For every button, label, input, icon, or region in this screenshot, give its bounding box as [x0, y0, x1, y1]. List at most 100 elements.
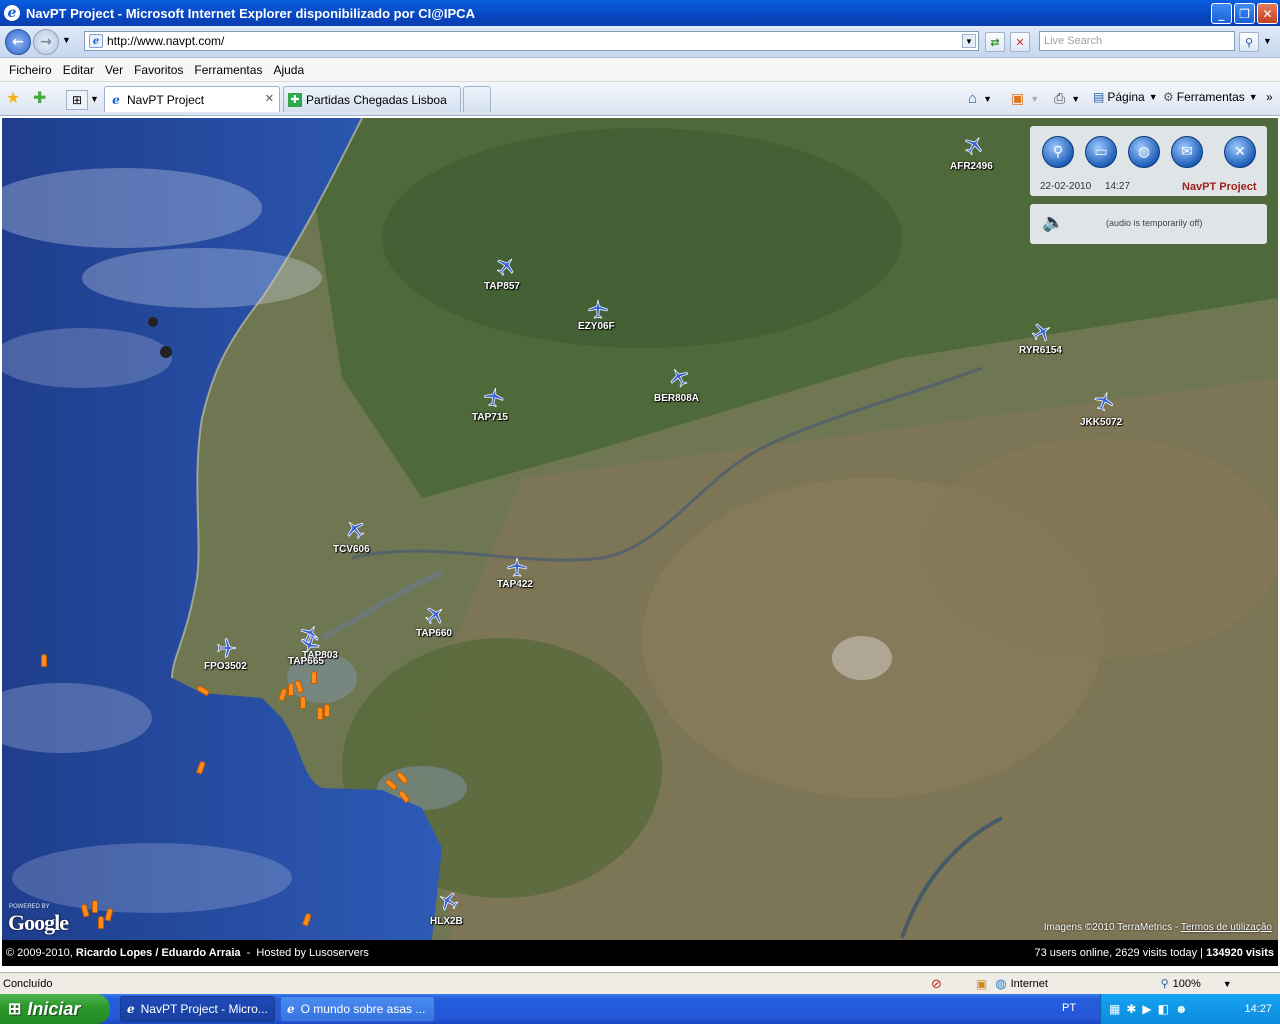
ship-marker[interactable] — [317, 707, 323, 720]
favorites-star-icon[interactable]: ★ — [6, 88, 20, 108]
control-panel: ⚲ ▭ ◍ ✉ ✕ 22-02-2010 14:27 NavPT Project — [1030, 126, 1267, 196]
menu-bar: Ficheiro Editar Ver Favoritos Ferramenta… — [0, 58, 1280, 82]
plane-icon[interactable] — [483, 386, 505, 408]
language-indicator[interactable]: PT — [1062, 1002, 1076, 1014]
flight-label: TAP715 — [472, 412, 508, 423]
maximize-button[interactable]: ❐ — [1234, 3, 1255, 24]
page-icon: e — [89, 34, 103, 48]
plane-icon[interactable] — [437, 890, 459, 912]
menu-editar[interactable]: Editar — [63, 63, 94, 77]
plane-icon[interactable] — [1031, 321, 1053, 343]
search-input[interactable]: Live Search — [1039, 31, 1235, 51]
footer-left: © 2009-2010, Ricardo Lopes / Eduardo Arr… — [6, 947, 369, 959]
zoom-dropdown-icon[interactable]: ▼ — [1223, 979, 1232, 989]
ie-icon: e — [4, 5, 20, 21]
home-icon[interactable]: ⌂ ▼ — [968, 90, 992, 107]
close-button[interactable]: ✕ — [1257, 3, 1278, 24]
menu-ficheiro[interactable]: Ficheiro — [9, 63, 52, 77]
menu-ver[interactable]: Ver — [105, 63, 123, 77]
zoom-level[interactable]: 100% — [1173, 978, 1201, 990]
locate-button[interactable]: ⚲ — [1042, 136, 1074, 168]
plane-icon[interactable] — [1093, 390, 1115, 412]
clock: 14:27 — [1244, 1003, 1272, 1015]
protected-mode-icon[interactable]: ▣ — [976, 977, 987, 991]
add-favorite-icon[interactable]: ✚ — [33, 88, 46, 108]
ship-marker[interactable] — [324, 704, 330, 717]
zoom-icon[interactable]: ⚲ — [1161, 977, 1169, 990]
search-button[interactable]: ⚲ — [1239, 32, 1259, 52]
speaker-icon[interactable]: 🔈 — [1042, 212, 1064, 233]
address-dropdown-icon[interactable]: ▼ — [962, 34, 976, 48]
network-icon[interactable]: ▦ — [1109, 1002, 1120, 1016]
windows-logo-icon: ⊞ — [8, 1001, 22, 1018]
plane-icon[interactable] — [424, 604, 446, 626]
plane-icon[interactable] — [668, 366, 690, 388]
tab-label: NavPT Project — [127, 92, 205, 107]
site-footer: © 2009-2010, Ricardo Lopes / Eduardo Arr… — [2, 940, 1278, 966]
messenger-icon[interactable]: ☻ — [1175, 1002, 1188, 1016]
plane-icon[interactable] — [216, 637, 238, 659]
flight-label: TAP857 — [484, 281, 520, 292]
plane-icon[interactable] — [299, 633, 321, 655]
email-button[interactable]: ✉ — [1171, 136, 1203, 168]
page-menu[interactable]: ▤ Página ▼ — [1093, 90, 1158, 104]
plane-icon[interactable] — [587, 298, 609, 320]
ship-marker[interactable] — [311, 671, 317, 684]
flight-label: JKK5072 — [1080, 417, 1123, 428]
popup-blocker-icon[interactable]: ⊘ — [931, 976, 942, 992]
panel-time: 14:27 — [1105, 181, 1131, 192]
google-logo[interactable]: Google — [8, 910, 69, 936]
ship-marker[interactable] — [288, 683, 294, 696]
ship-marker[interactable] — [41, 654, 47, 667]
menu-ajuda[interactable]: Ajuda — [273, 63, 304, 77]
back-button[interactable]: ← — [5, 29, 31, 55]
quick-tabs-icon[interactable]: ⊞ — [66, 90, 88, 110]
history-dropdown-icon[interactable]: ▼ — [62, 35, 71, 45]
plane-icon[interactable] — [506, 556, 528, 578]
plane-icon[interactable] — [344, 518, 366, 540]
menu-ferramentas[interactable]: Ferramentas — [194, 63, 262, 77]
taskbar-item-mundo[interactable]: e O mundo sobre asas ... — [280, 996, 435, 1022]
address-bar[interactable]: e http://www.navpt.com/ ▼ — [84, 31, 979, 51]
stop-button[interactable]: ✕ — [1010, 32, 1030, 52]
plane-icon[interactable] — [495, 255, 517, 277]
forward-button[interactable]: → — [33, 29, 59, 55]
ship-marker[interactable] — [92, 900, 98, 913]
ship-marker[interactable] — [98, 916, 104, 929]
tools-menu-label: Ferramentas — [1176, 90, 1245, 104]
tools-button[interactable]: ✕ — [1224, 136, 1256, 168]
flight-board-icon: ✚ — [288, 92, 302, 107]
tab-list-dropdown-icon[interactable]: ▼ — [90, 94, 99, 104]
flight-label: AFR2496 — [950, 161, 993, 172]
hosted-text: Hosted by Lusoservers — [256, 947, 369, 959]
tray-app-icon[interactable]: ▶ — [1142, 1002, 1151, 1016]
toolbar-overflow-icon[interactable]: » — [1266, 90, 1273, 104]
feeds-icon[interactable]: ▣ ▼ — [1011, 90, 1039, 107]
map-view[interactable]: AFR2496 TAP857 EZY06F RYR6154 BER808A TA… — [2, 118, 1278, 940]
minimize-button[interactable]: _ — [1211, 3, 1232, 24]
flight-label: HLX2B — [430, 916, 463, 927]
globe-button[interactable]: ◍ — [1128, 136, 1160, 168]
print-icon[interactable]: ⎙ ▼ — [1054, 90, 1080, 107]
window-button[interactable]: ▭ — [1085, 136, 1117, 168]
copyright-text: © 2009-2010, — [6, 947, 73, 959]
visit-stats: 73 users online, 2629 visits today | — [1034, 947, 1204, 959]
new-tab-button[interactable] — [463, 86, 491, 112]
start-button[interactable]: ⊞ Iniciar — [0, 994, 110, 1024]
title-bar: e NavPT Project - Microsoft Internet Exp… — [0, 0, 1280, 26]
tab-partidas[interactable]: ✚ Partidas Chegadas Lisboa — [283, 86, 461, 112]
plane-icon[interactable] — [963, 134, 985, 156]
page-menu-label: Página — [1107, 90, 1145, 104]
flight-label: TAP422 — [497, 579, 533, 590]
menu-favoritos[interactable]: Favoritos — [134, 63, 183, 77]
refresh-button[interactable]: ⇄ — [985, 32, 1005, 52]
taskbar-item-navpt[interactable]: e NavPT Project - Micro... — [120, 996, 275, 1022]
tab-navpt[interactable]: e NavPT Project ✕ — [104, 86, 280, 112]
volume-icon[interactable]: ◧ — [1158, 1002, 1169, 1016]
search-options-icon[interactable]: ▼ — [1263, 36, 1272, 46]
ship-marker[interactable] — [300, 696, 306, 709]
terms-link[interactable]: Termos de utilização — [1181, 922, 1272, 933]
close-tab-icon[interactable]: ✕ — [265, 92, 274, 105]
tools-menu[interactable]: ⚙ Ferramentas ▼ — [1163, 90, 1258, 104]
security-icon[interactable]: ✱ — [1126, 1002, 1136, 1016]
